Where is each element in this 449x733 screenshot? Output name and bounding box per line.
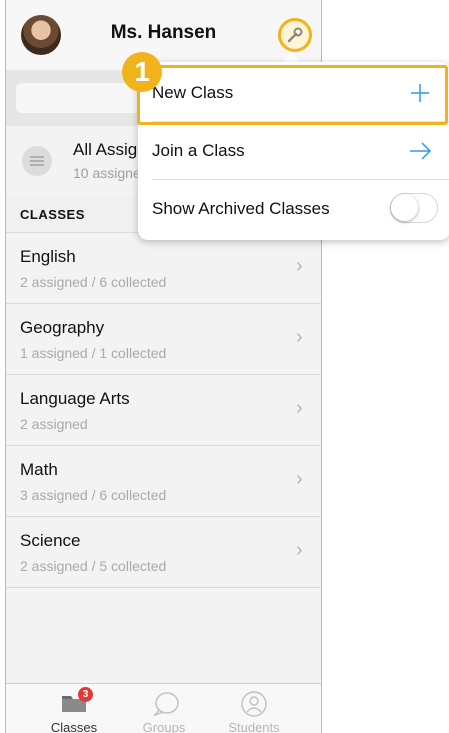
tab-label: Classes — [50, 720, 98, 733]
class-row-geography[interactable]: Geography 1 assigned / 1 collected › — [6, 304, 321, 375]
class-name: English — [20, 247, 76, 266]
chevron-right-icon: › — [296, 539, 303, 561]
settings-wrench-button[interactable] — [278, 18, 312, 52]
tab-label: Students — [228, 720, 280, 733]
chevron-right-icon: › — [296, 397, 303, 419]
class-row-english[interactable]: English 2 assigned / 6 collected › — [6, 233, 321, 304]
menu-item-join-class[interactable]: Join a Class — [138, 122, 449, 180]
class-name: Geography — [20, 318, 105, 337]
class-detail: 2 assigned / 5 collected — [20, 558, 167, 574]
menu-item-label: Show Archived Classes — [152, 199, 330, 218]
tab-label: Groups — [142, 720, 186, 733]
class-detail: 1 assigned / 1 collected — [20, 345, 167, 361]
class-row-science[interactable]: Science 2 assigned / 5 collected › — [6, 517, 321, 588]
arrow-right-icon — [410, 142, 432, 160]
tab-classes[interactable]: 3 Classes — [34, 684, 114, 733]
class-row-language-arts[interactable]: Language Arts 2 assigned › — [6, 375, 321, 446]
class-name: Language Arts — [20, 389, 130, 408]
class-row-math[interactable]: Math 3 assigned / 6 collected › — [6, 446, 321, 517]
person-icon — [241, 691, 267, 717]
menu-item-label: Join a Class — [152, 141, 245, 160]
class-detail: 2 assigned — [20, 416, 88, 432]
nav-bar: Ms. Hansen — [6, 0, 321, 71]
section-header-label: CLASSES — [20, 207, 85, 222]
wrench-icon — [287, 27, 303, 43]
list-icon — [22, 146, 52, 176]
step-number-badge: 1 — [122, 52, 162, 92]
new-class-highlight — [137, 65, 448, 125]
archived-toggle-switch[interactable] — [390, 193, 438, 223]
class-name: Math — [20, 460, 58, 479]
chat-bubbles-icon — [153, 692, 179, 716]
class-name: Science — [20, 531, 81, 550]
tab-groups[interactable]: Groups — [124, 684, 204, 733]
menu-item-show-archived[interactable]: Show Archived Classes — [138, 180, 449, 238]
class-detail: 3 assigned / 6 collected — [20, 487, 167, 503]
class-detail: 2 assigned / 6 collected — [20, 274, 167, 290]
chevron-right-icon: › — [296, 326, 303, 348]
page-title: Ms. Hansen — [110, 22, 217, 43]
chevron-right-icon: › — [296, 468, 303, 490]
tab-students[interactable]: Students — [214, 684, 294, 733]
toggle-knob — [391, 194, 418, 221]
notification-badge: 3 — [78, 687, 93, 702]
chevron-right-icon: › — [296, 255, 303, 277]
tab-bar: 3 Classes Groups Students — [6, 683, 321, 733]
